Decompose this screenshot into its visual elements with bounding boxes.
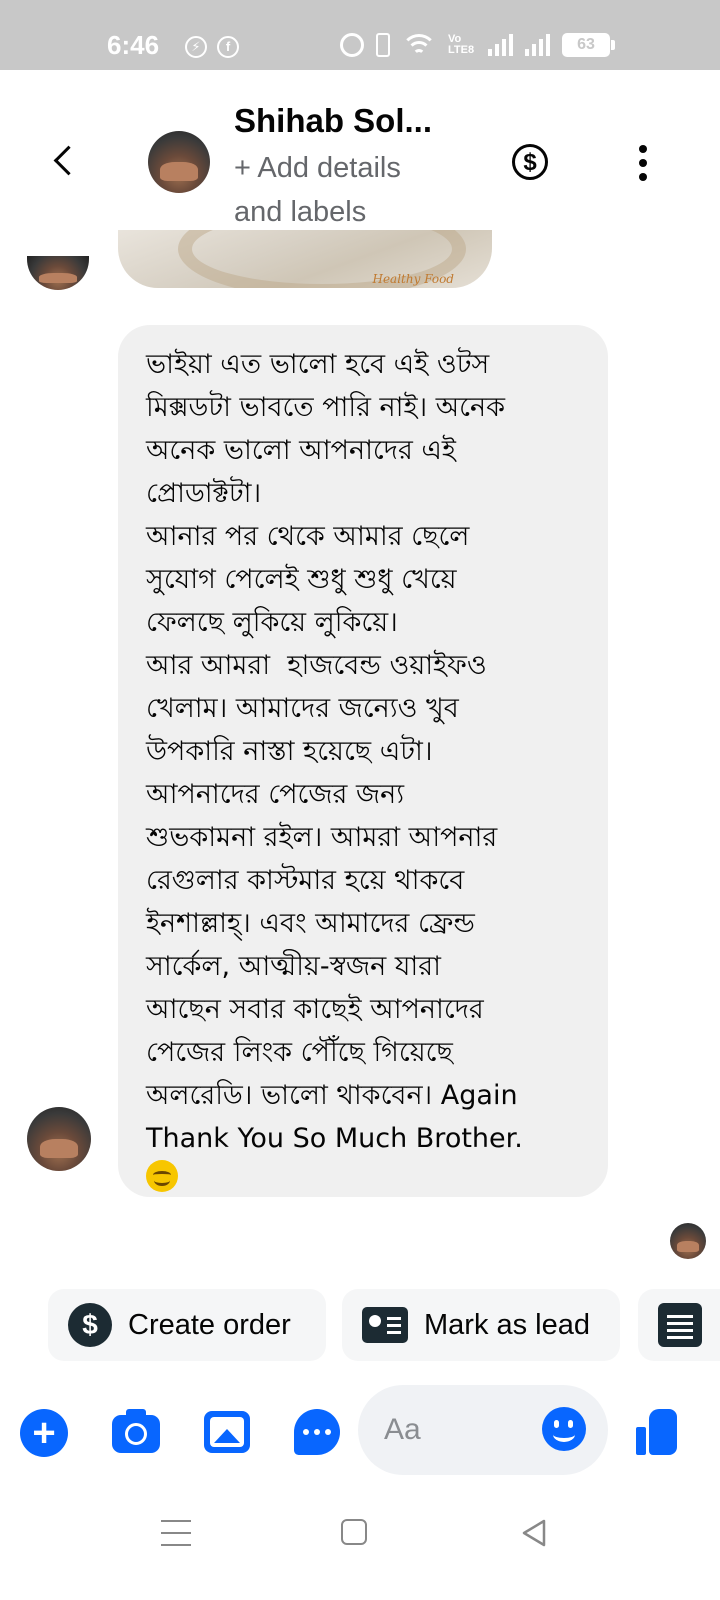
plus-icon[interactable]: +: [20, 1409, 68, 1457]
facebook-status-icon: f: [217, 36, 239, 58]
camera-icon[interactable]: [112, 1409, 160, 1453]
mark-as-lead-button[interactable]: Mark as lead: [342, 1289, 620, 1361]
dollar-circle-icon[interactable]: $: [512, 144, 548, 180]
mark-as-lead-label: Mark as lead: [424, 1308, 591, 1341]
message-input[interactable]: Aa: [358, 1385, 608, 1475]
status-system-icons: Vo LTE8 63: [340, 32, 615, 58]
message-text: ভাইয়া এত ভালো হবে এই ওটস মিক্সডটা ভাবতে…: [146, 349, 523, 1154]
recents-icon[interactable]: [161, 1520, 191, 1546]
signal-icon: [488, 34, 513, 56]
message-composer: + Aa: [0, 1385, 720, 1475]
sender-avatar[interactable]: [27, 1107, 91, 1171]
gallery-icon[interactable]: [204, 1411, 250, 1453]
status-bar: 6:46 ⚡ f Vo LTE8 63: [0, 0, 720, 70]
add-details-link[interactable]: + Add details and labels: [234, 146, 454, 234]
conversation-header: Shihab Sol... + Add details and labels $: [0, 70, 720, 230]
alarm-icon: [340, 33, 364, 57]
create-order-label: Create order: [128, 1308, 291, 1341]
smiling-face-icon: [146, 1160, 178, 1192]
image-caption: Healthy Food: [372, 272, 454, 286]
system-navigation-bar: [0, 1475, 720, 1600]
chevron-left-icon[interactable]: [44, 140, 88, 184]
thumbs-up-icon[interactable]: [636, 1407, 680, 1457]
signal-icon-2: [525, 34, 550, 56]
seen-receipt-avatar: [670, 1223, 706, 1259]
contact-name[interactable]: Shihab Sol...: [234, 102, 432, 140]
home-icon[interactable]: [341, 1519, 367, 1545]
status-notification-icons: ⚡ f: [185, 36, 239, 58]
wifi-icon: [402, 32, 436, 58]
sender-avatar-previous: [27, 256, 89, 290]
message-input-placeholder: Aa: [384, 1413, 421, 1446]
messenger-status-icon: ⚡: [185, 36, 207, 58]
vibrate-icon: [376, 33, 390, 57]
form-button[interactable]: [638, 1289, 720, 1361]
status-time: 6:46: [107, 30, 160, 60]
battery-indicator: 63: [562, 33, 615, 57]
message-bubble[interactable]: ভাইয়া এত ভালো হবে এই ওটস মিক্সডটা ভাবতে…: [118, 325, 608, 1197]
dollar-circle-icon: $: [68, 1303, 112, 1347]
chat-bubble-icon[interactable]: [294, 1409, 340, 1455]
create-order-button[interactable]: $ Create order: [48, 1289, 326, 1361]
vertical-dots-icon[interactable]: [636, 145, 650, 181]
volte-label: Vo LTE8: [448, 33, 475, 56]
contact-avatar[interactable]: [148, 131, 210, 193]
quick-actions-bar: $ Create order Mark as lead: [48, 1289, 720, 1361]
image-message[interactable]: Healthy Food: [118, 230, 492, 288]
form-icon: [658, 1303, 702, 1347]
emoji-icon[interactable]: [542, 1407, 586, 1451]
contact-card-icon: [362, 1307, 408, 1343]
